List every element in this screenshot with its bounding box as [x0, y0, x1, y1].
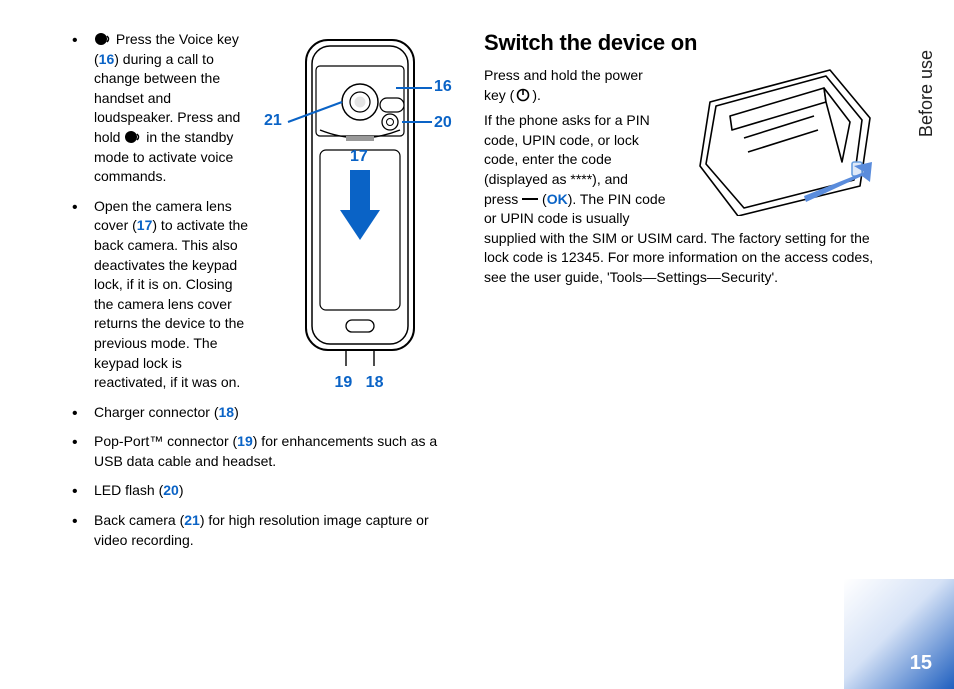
power-on-svg — [674, 66, 874, 216]
ref-19: 19 — [237, 433, 253, 449]
ref-17: 17 — [137, 217, 153, 233]
text: Press and hold the power key ( — [484, 67, 643, 103]
page-content: 16 20 21 17 19 18 Press the Voice key (1… — [62, 30, 874, 660]
text: LED flash ( — [94, 482, 163, 498]
text: Charger connector ( — [94, 404, 219, 420]
power-icon — [514, 88, 532, 102]
left-column: 16 20 21 17 19 18 Press the Voice key (1… — [62, 30, 454, 660]
text: ( — [538, 191, 547, 207]
feature-bullet-list: Press the Voice key (16) during a call t… — [62, 30, 454, 550]
section-side-tab: Before use — [916, 50, 937, 137]
bullet-back-camera: Back camera (21) for high resolution ima… — [62, 511, 454, 550]
ref-20: 20 — [163, 482, 179, 498]
text: ) — [234, 404, 239, 420]
right-column: Switch the device on Press and hold the … — [484, 30, 874, 660]
text: Pop-Port™ connector ( — [94, 433, 237, 449]
ok-label: OK — [547, 191, 568, 207]
voice-key-icon — [124, 130, 142, 144]
text: Back camera ( — [94, 512, 184, 528]
section-heading: Switch the device on — [484, 30, 874, 56]
text: ) — [179, 482, 184, 498]
ref-21: 21 — [184, 512, 200, 528]
bullet-popport: Pop-Port™ connector (19) for enhancement… — [62, 432, 454, 471]
voice-key-icon — [94, 32, 112, 46]
power-on-figure — [674, 66, 874, 219]
bullet-charger: Charger connector (18) — [62, 403, 454, 423]
selection-key-icon — [522, 198, 538, 200]
bullet-camera-cover: Open the camera lens cover (17) to activ… — [62, 197, 454, 393]
text: ). — [532, 87, 541, 103]
text: ) to activate the back camera. This also… — [94, 217, 248, 390]
ref-18: 18 — [219, 404, 235, 420]
bullet-voice-key: Press the Voice key (16) during a call t… — [62, 30, 454, 187]
page-number: 15 — [910, 652, 932, 675]
page-corner-gradient — [844, 579, 954, 689]
bullet-led-flash: LED flash (20) — [62, 481, 454, 501]
ref-16: 16 — [99, 51, 115, 67]
